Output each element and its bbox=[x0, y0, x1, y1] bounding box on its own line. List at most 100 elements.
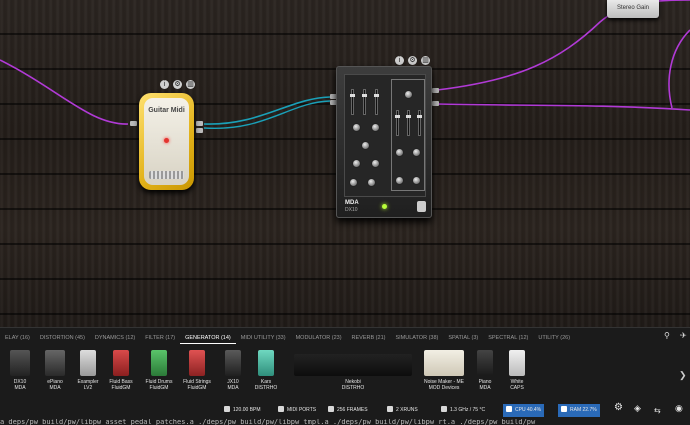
tab-category[interactable]: DYNAMICS (12) bbox=[90, 333, 140, 344]
pin-icon[interactable]: ✈ bbox=[680, 331, 687, 340]
guitar-midi-led bbox=[164, 138, 169, 143]
mod-release-slider[interactable] bbox=[417, 110, 422, 136]
dx10-brand: MDA bbox=[345, 200, 359, 206]
plugin-thumbnail bbox=[80, 350, 96, 376]
tab-category[interactable]: UTILITY (26) bbox=[533, 333, 575, 344]
plugin-thumbnail bbox=[294, 354, 412, 376]
guitar-midi-output-jack-2[interactable] bbox=[196, 128, 203, 133]
mod-init-knob[interactable] bbox=[404, 90, 413, 99]
dx10-model: DX10 bbox=[345, 207, 358, 213]
midi-cable-left[interactable] bbox=[0, 59, 129, 125]
search-icon[interactable]: ⚲ bbox=[664, 331, 670, 340]
plugin-item[interactable]: Nekobi DISTRHO bbox=[294, 350, 412, 391]
plugin-brand: MDA bbox=[227, 385, 239, 391]
plugin-thumbnail bbox=[113, 350, 129, 376]
plugin-thumbnail bbox=[225, 350, 241, 376]
plugin-item[interactable]: White CAPS bbox=[499, 350, 535, 391]
settings-gear-icon[interactable]: ⚙ bbox=[614, 403, 623, 413]
plugin-item[interactable]: Piano MDA bbox=[467, 350, 503, 391]
tab-category[interactable]: FILTER (17) bbox=[140, 333, 180, 344]
coarse-knob[interactable] bbox=[352, 123, 361, 132]
dx10-output-jack[interactable] bbox=[432, 88, 439, 93]
plugin-item[interactable]: Noise Maker - ME MOD Devices bbox=[424, 350, 464, 391]
terminal-overlay-text: a_deps/pw_build/pw/libpw_asset_pedal_pat… bbox=[0, 419, 536, 425]
plugin-brand: FluidGM bbox=[187, 385, 207, 391]
plugin-brand: DISTRHO bbox=[341, 385, 365, 391]
plugin-brand: FluidGM bbox=[149, 385, 169, 391]
plugin-thumbnail bbox=[258, 350, 274, 376]
xruns-indicator[interactable]: 2 XRUNS bbox=[387, 406, 418, 415]
octave-knob[interactable] bbox=[395, 176, 404, 185]
plugin-item[interactable]: Exampler LV2 bbox=[70, 350, 106, 391]
midi-cable-right-loop[interactable] bbox=[668, 29, 690, 109]
attack-slider[interactable] bbox=[350, 89, 355, 115]
release-slider[interactable] bbox=[374, 89, 379, 115]
frames-indicator[interactable]: 256 FRAMES bbox=[328, 406, 368, 415]
mod-ratio-knob[interactable] bbox=[395, 148, 404, 157]
dx10-synth-module[interactable]: MDA DX10 bbox=[336, 66, 432, 218]
audio-cable-guitar-to-dx10[interactable] bbox=[203, 96, 331, 125]
transfer-icon[interactable]: ⇆ bbox=[654, 406, 661, 415]
guitar-midi-pedal[interactable]: Guitar Midi bbox=[139, 93, 194, 190]
plugin-brand: MDA bbox=[479, 385, 491, 391]
scroll-right-icon[interactable]: ❯ bbox=[679, 370, 687, 381]
midi-ports-button[interactable]: MIDI PORTS bbox=[278, 406, 316, 415]
tab-category[interactable]: SIMULATOR (38) bbox=[390, 333, 443, 344]
coarse-knob-2[interactable] bbox=[349, 178, 358, 187]
guitar-midi-output-jack[interactable] bbox=[196, 121, 203, 126]
category-tabs: ELAY (16) DISTORTION (45) DYNAMICS (12) FIL… bbox=[0, 333, 575, 344]
trash-icon[interactable]: ▥ bbox=[186, 80, 195, 89]
xruns-value: 2 XRUNS bbox=[396, 407, 418, 413]
tab-category[interactable]: GENERATOR (14) bbox=[180, 333, 236, 344]
vibrato-knob[interactable] bbox=[352, 159, 361, 168]
plugin-brand: MDA bbox=[14, 385, 26, 391]
gear-icon[interactable]: ⚙ bbox=[173, 80, 182, 89]
tab-category[interactable]: SPECTRAL (12) bbox=[483, 333, 533, 344]
fine-knob-2[interactable] bbox=[367, 178, 376, 187]
guitar-midi-input-jack[interactable] bbox=[130, 121, 137, 126]
plugin-thumbnail bbox=[477, 350, 493, 376]
info-icon[interactable]: i bbox=[395, 56, 404, 65]
frames-value: 256 FRAMES bbox=[337, 407, 368, 413]
bank-icon[interactable]: ◈ bbox=[634, 404, 641, 413]
waveform-knob[interactable] bbox=[361, 141, 370, 150]
ram-usage-indicator[interactable]: RAM 22.7% bbox=[558, 404, 600, 417]
cpu-usage-indicator[interactable]: CPU 40.4% bbox=[503, 404, 545, 417]
plugin-item[interactable]: Fluid Strings FluidGM bbox=[179, 350, 215, 391]
dx10-footswitch[interactable] bbox=[417, 201, 426, 212]
plugin-item[interactable]: DX10 MDA bbox=[2, 350, 38, 391]
cloud-icon[interactable]: ◉ bbox=[675, 404, 683, 413]
plugin-item[interactable]: JX10 MDA bbox=[215, 350, 251, 391]
plugin-item[interactable]: ePiano MDA bbox=[37, 350, 73, 391]
stereo-gain-pedal[interactable]: Stereo Gain bbox=[607, 0, 659, 18]
mod-sustain-slider[interactable] bbox=[406, 110, 411, 136]
tab-category[interactable]: MIDI UTILITY (33) bbox=[236, 333, 291, 344]
trash-icon[interactable]: ▥ bbox=[421, 56, 430, 65]
mod-level-knob[interactable] bbox=[412, 148, 421, 157]
ram-icon bbox=[561, 406, 567, 412]
midi-icon bbox=[278, 406, 284, 412]
guitar-midi-toolbar: i ⚙ ▥ bbox=[160, 80, 195, 89]
mod-decay-slider[interactable] bbox=[395, 110, 400, 136]
cpu-usage-value: CPU 40.4% bbox=[515, 407, 542, 413]
decay-slider[interactable] bbox=[362, 89, 367, 115]
tab-category[interactable]: ELAY (16) bbox=[0, 333, 35, 344]
plugin-item[interactable]: Fluid Drums FluidGM bbox=[141, 350, 177, 391]
plugin-brand: MOD Devices bbox=[428, 385, 460, 391]
plugin-item[interactable]: Kars DISTRHO bbox=[248, 350, 284, 391]
tab-category[interactable]: MODULATOR (23) bbox=[291, 333, 347, 344]
tab-category[interactable]: DISTORTION (45) bbox=[35, 333, 90, 344]
plugin-brand: CAPS bbox=[510, 385, 524, 391]
tab-category[interactable]: SPATIAL (3) bbox=[443, 333, 483, 344]
bpm-indicator[interactable]: 120.00 BPM bbox=[224, 406, 261, 415]
gear-icon[interactable]: ⚙ bbox=[408, 56, 417, 65]
fine-knob[interactable] bbox=[371, 123, 380, 132]
lfo-rate-knob[interactable] bbox=[371, 159, 380, 168]
info-icon[interactable]: i bbox=[160, 80, 169, 89]
frames-icon bbox=[328, 406, 334, 412]
midi-cable-dx10-out-bottom[interactable] bbox=[436, 103, 690, 111]
fine-tune-knob[interactable] bbox=[412, 176, 421, 185]
tab-category[interactable]: REVERB (21) bbox=[347, 333, 391, 344]
plugin-item[interactable]: Fluid Bass FluidGM bbox=[103, 350, 139, 391]
dx10-output-jack-2[interactable] bbox=[432, 101, 439, 106]
